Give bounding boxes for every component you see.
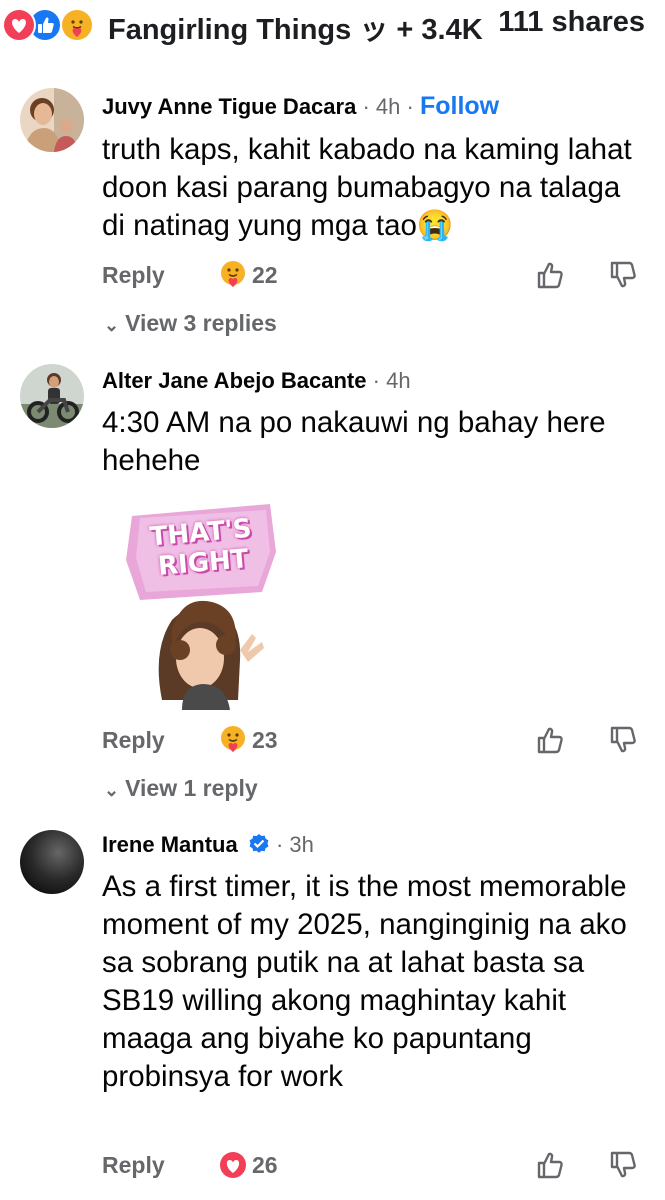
reply-button[interactable]: Reply bbox=[102, 262, 165, 289]
page-name[interactable]: Fangirling Things ッ bbox=[108, 14, 388, 46]
reply-button[interactable]: Reply bbox=[102, 727, 165, 754]
view-replies-link[interactable]: ⌄ View 1 reply bbox=[104, 775, 258, 802]
comment-author-row: Irene Mantua · 3h bbox=[102, 832, 314, 861]
reply-button[interactable]: Reply bbox=[102, 1152, 165, 1179]
author-name[interactable]: Alter Jane Abejo Bacante bbox=[102, 368, 367, 393]
upvote-icon[interactable] bbox=[535, 260, 565, 290]
love-icon bbox=[2, 8, 36, 42]
comment-time[interactable]: 4h bbox=[386, 368, 410, 393]
verified-badge-icon bbox=[248, 833, 270, 861]
reaction-count[interactable]: 22 bbox=[252, 262, 278, 289]
upvote-icon[interactable] bbox=[535, 1150, 565, 1180]
reaction-icons[interactable] bbox=[2, 8, 106, 42]
downvote-icon[interactable] bbox=[608, 260, 638, 290]
comment-text: As a first timer, it is the most memorab… bbox=[102, 870, 627, 1093]
avatar[interactable] bbox=[20, 364, 84, 428]
follow-button[interactable]: Follow bbox=[420, 92, 499, 120]
care-icon[interactable] bbox=[218, 724, 248, 754]
post-reaction-header: Fangirling Things ッ + 3.4K 111 shares bbox=[0, 0, 665, 50]
avatar[interactable] bbox=[20, 830, 84, 894]
love-icon[interactable] bbox=[218, 1150, 248, 1180]
comment-author-row: Juvy Anne Tigue Dacara · 4h · Follow bbox=[102, 92, 500, 120]
reaction-count[interactable]: 23 bbox=[252, 727, 278, 754]
sticker-text: THAT'S RIGHT bbox=[148, 513, 253, 582]
care-icon bbox=[60, 8, 94, 42]
comment-text: truth kaps, kahit kabado na kaming lahat… bbox=[102, 133, 632, 242]
comment-author-row: Alter Jane Abejo Bacante · 4h bbox=[102, 368, 411, 393]
author-name[interactable]: Juvy Anne Tigue Dacara bbox=[102, 94, 356, 119]
comment-time[interactable]: 3h bbox=[289, 832, 313, 857]
page-name-and-reaction-count[interactable]: Fangirling Things ッ + 3.4K bbox=[108, 6, 483, 48]
avatar[interactable] bbox=[20, 88, 84, 152]
view-replies-link[interactable]: ⌄ View 3 replies bbox=[104, 310, 277, 337]
comment-text: 4:30 AM na po nakauwi ng bahay here hehe… bbox=[102, 406, 606, 477]
view-replies-label: View 3 replies bbox=[125, 310, 277, 336]
care-icon[interactable] bbox=[218, 259, 248, 289]
chevron-down-icon: ⌄ bbox=[104, 315, 120, 335]
shares-count[interactable]: 111 shares bbox=[498, 6, 645, 39]
sticker[interactable]: THAT'S RIGHT bbox=[122, 500, 282, 710]
reaction-count[interactable]: + 3.4K bbox=[396, 14, 482, 46]
downvote-icon[interactable] bbox=[608, 725, 638, 755]
view-replies-label: View 1 reply bbox=[125, 775, 258, 801]
author-name[interactable]: Irene Mantua bbox=[102, 832, 238, 857]
comment-time[interactable]: 4h bbox=[376, 94, 400, 119]
chevron-down-icon: ⌄ bbox=[104, 780, 120, 800]
downvote-icon[interactable] bbox=[608, 1150, 638, 1180]
upvote-icon[interactable] bbox=[535, 725, 565, 755]
reaction-count[interactable]: 26 bbox=[252, 1152, 278, 1179]
